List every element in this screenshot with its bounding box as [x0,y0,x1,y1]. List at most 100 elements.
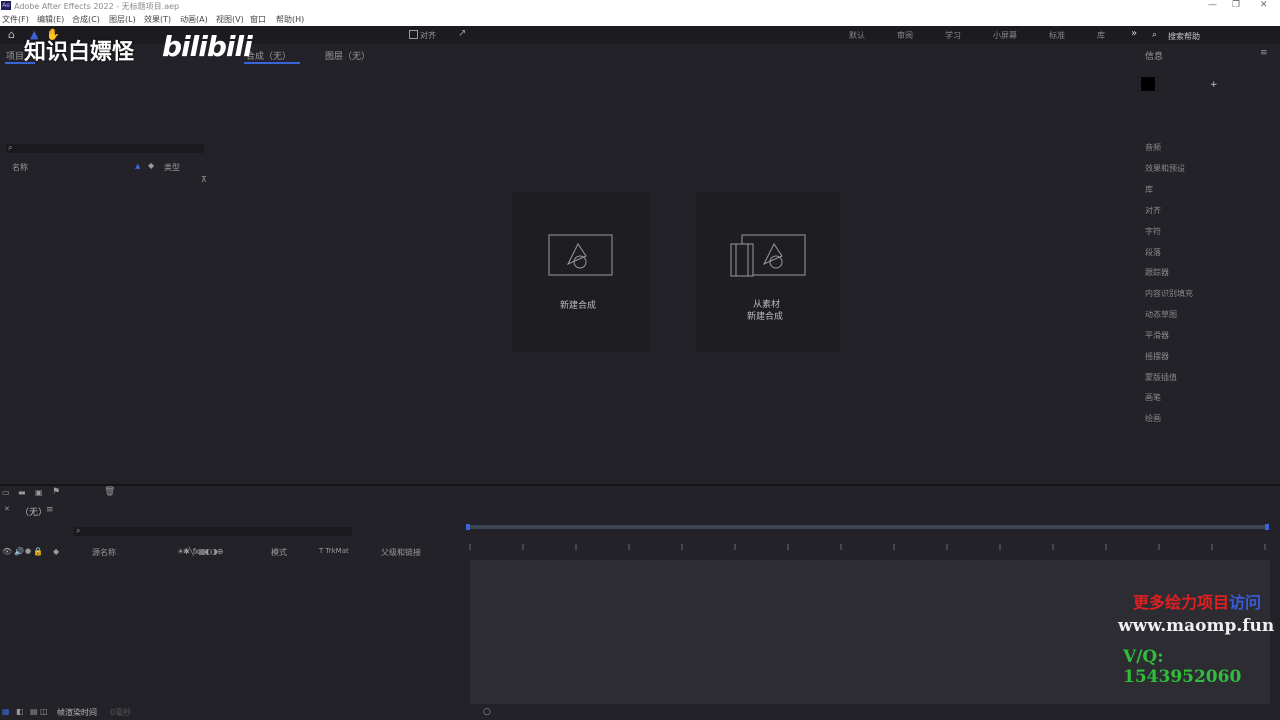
panel-brushes[interactable]: 画笔 [1145,392,1161,403]
new-composition-tile[interactable]: 新建合成 [512,192,650,352]
workspace-review[interactable]: 审阅 [897,30,913,41]
timeline-search-input[interactable]: ⌕ [74,526,352,536]
menu-composition[interactable]: 合成(C) [72,14,100,25]
solo-icon[interactable]: ● [25,547,31,555]
panel-audio[interactable]: 音频 [1145,142,1161,153]
workspace-small-screen[interactable]: 小屏幕 [993,30,1017,41]
flowchart-footer-icon[interactable]: ⚑ [52,487,60,497]
flowchart-icon[interactable]: ⊼ [201,175,207,184]
audio-toggle-icon[interactable]: 🔊 [14,547,24,556]
after-effects-logo-icon: Ae [1,1,11,10]
watermark-text: 知识白嫖怪 [24,40,135,65]
comp-mini-flowchart-icon[interactable]: ▦ [2,707,10,716]
tab-composition-underline [244,62,300,64]
panel-effects-presets[interactable]: 效果和预设 [1145,163,1185,174]
column-type[interactable]: 类型 [164,162,180,173]
menu-layer[interactable]: 图层(L) [109,14,136,25]
panel-menu-icon[interactable]: ≡ [1260,48,1268,58]
home-icon[interactable]: ⌂ [8,28,15,41]
panel-tracker[interactable]: 跟踪器 [1145,267,1169,278]
label-tag-icon[interactable]: ◆ [148,161,154,170]
column-trkmat[interactable]: T TrkMat [319,547,349,555]
timeline-menu-icon[interactable]: ≡ [46,505,54,515]
promo-red-text: 更多绘力项目 [1133,593,1230,612]
column-name[interactable]: 名称 [12,162,28,173]
from-footage-label-line2: 新建合成 [747,312,784,322]
align-label: 对齐 [420,31,436,40]
work-area-start-handle[interactable] [466,524,470,530]
search-help-box[interactable]: ⌕ 搜索帮助 [1152,30,1262,42]
workspace-libraries[interactable]: 库 [1097,30,1105,41]
column-parent-link[interactable]: 父级和链接 [381,547,421,558]
close-button[interactable]: ✕ [1260,0,1268,10]
label-icon[interactable]: ◆ [53,547,59,556]
new-composition-icon[interactable]: ▣ [35,488,43,497]
switches-icon[interactable]: ☀✱╲fx▦◐◑⊕ [177,547,223,556]
panel-paint[interactable]: 绘画 [1145,413,1161,424]
time-ruler[interactable] [468,540,1268,552]
footage-composition-icon [730,234,806,277]
search-icon: ⌕ [1152,30,1158,40]
promo-blue-text: 访问 [1229,593,1262,612]
column-mode[interactable]: 模式 [271,547,287,558]
toggle-switches-icon[interactable]: ◧ [16,707,24,716]
search-help-placeholder: 搜索帮助 [1168,32,1200,41]
toggle-transfer-icon[interactable]: ▤ [30,707,38,716]
panel-mask-interpolation[interactable]: 蒙版插值 [1145,372,1177,383]
panel-character[interactable]: 字符 [1145,226,1161,237]
menu-view[interactable]: 视图(V) [216,14,244,25]
project-search-input[interactable]: ⌕ [6,143,204,153]
panel-motion-sketch[interactable]: 动态草图 [1145,309,1177,320]
tab-project[interactable]: 项目 [6,49,24,62]
column-source-name[interactable]: 源名称 [92,547,116,558]
promo-url: www.maomp.fun [1118,616,1275,636]
workspace-standard[interactable]: 标准 [1049,30,1065,41]
menu-window[interactable]: 窗口 [250,14,266,25]
frame-render-time-label: 帧渲染时间 [57,708,97,717]
restore-button[interactable]: ❐ [1232,0,1240,10]
info-panel-title[interactable]: 信息 [1145,49,1163,62]
cursor-crosshair-icon: + [1210,80,1218,90]
title-bar: Ae Adobe After Effects 2022 - 无标题项目.aep … [0,0,1280,12]
menu-effect[interactable]: 效果(T) [144,14,171,25]
more-workspaces-icon[interactable]: » [1131,28,1137,39]
panel-align[interactable]: 对齐 [1145,205,1161,216]
new-composition-label: 新建合成 [560,301,597,311]
interpret-footage-icon[interactable]: ▭ [2,488,10,497]
timeline-close-icon[interactable]: ✕ [4,505,10,513]
workspace-learn[interactable]: 学习 [945,30,961,41]
work-area-end-handle[interactable] [1265,524,1269,530]
composition-icon [548,234,613,276]
panel-content-aware-fill[interactable]: 内容识别填充 [1145,288,1193,299]
color-swatch [1141,77,1155,91]
frame-render-time-value: 0毫秒 [110,708,132,717]
panel-divider [0,484,1280,486]
video-toggle-icon[interactable]: 👁 [2,547,12,556]
tab-layer[interactable]: 图层（无） [325,49,370,62]
snap-icon[interactable]: ↗ [458,28,466,39]
menu-edit[interactable]: 编辑(E) [37,14,64,25]
tab-composition[interactable]: 合成（无） [246,49,291,62]
timeline-comp-tab[interactable]: （无） [20,505,47,518]
panel-wiggler[interactable]: 摇摆器 [1145,351,1169,362]
workspace-default[interactable]: 默认 [849,30,865,41]
new-comp-from-footage-tile[interactable]: 从素材 新建合成 [696,192,840,352]
timeline-search-icon: ⌕ [76,526,81,535]
align-checkbox[interactable] [409,30,418,39]
delete-icon[interactable]: 🗑 [104,487,115,497]
menu-animation[interactable]: 动画(A) [180,14,208,25]
panel-smoother[interactable]: 平滑器 [1145,330,1169,341]
bilibili-logo: bilibili [162,30,253,63]
menu-file[interactable]: 文件(F) [2,14,29,25]
new-folder-icon[interactable]: ▬ [18,488,26,497]
lock-icon[interactable]: 🔒 [33,547,43,556]
zoom-slider-handle[interactable]: ○ [483,707,491,717]
panel-paragraph[interactable]: 段落 [1145,247,1161,258]
work-area-bar[interactable] [468,525,1268,529]
toggle-in-out-icon[interactable]: ◫ [40,707,48,716]
minimize-button[interactable]: — [1208,0,1217,10]
menu-help[interactable]: 帮助(H) [276,14,304,25]
sort-ascending-icon[interactable]: ▲ [135,162,140,170]
window-title: Adobe After Effects 2022 - 无标题项目.aep [14,2,180,11]
panel-libraries[interactable]: 库 [1145,184,1153,195]
